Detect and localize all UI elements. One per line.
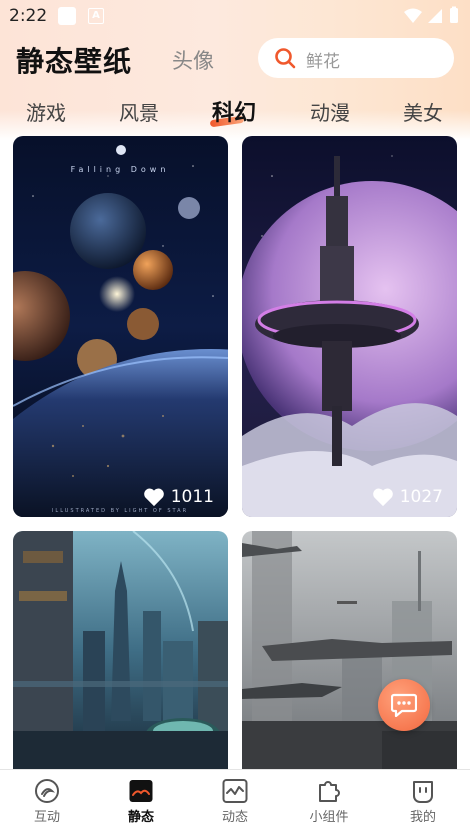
nav-label: 静态 (127, 810, 154, 825)
wifi-icon (404, 8, 422, 23)
app-notification-icon: A (88, 8, 104, 24)
nav-label: 动态 (221, 810, 248, 825)
wallpaper-image (242, 136, 457, 517)
wallpaper-card[interactable] (13, 531, 228, 769)
battery-icon (450, 8, 458, 23)
nav-item-widgets[interactable]: 小组件 (299, 778, 359, 825)
nav-item-interaction[interactable]: 互动 (17, 778, 77, 825)
puzzle-icon (319, 781, 340, 802)
bottom-navigation: 互动 静态 动态 小组件 我的 (0, 769, 470, 836)
tab-avatar[interactable]: 头像 (172, 45, 214, 75)
wallpaper-image (242, 531, 457, 769)
wallpaper-title-text: Falling Down (71, 165, 170, 174)
wallpaper-image: Falling Down ILLUSTRATED BY LIGHT OF STA… (13, 136, 228, 517)
profile-icon (413, 781, 433, 803)
search-input[interactable]: 鲜花 (258, 38, 454, 78)
like-counter[interactable]: 1027 (372, 487, 443, 507)
interaction-icon (35, 779, 59, 803)
category-tab-games[interactable]: 游戏 (26, 97, 66, 126)
nav-label: 小组件 (309, 810, 349, 825)
wallpaper-footer-text: ILLUSTRATED BY LIGHT OF STAR (52, 508, 188, 514)
category-tab-beauty[interactable]: 美女 (403, 97, 443, 126)
system-icons (402, 6, 462, 30)
category-tab-anime[interactable]: 动漫 (310, 97, 350, 126)
like-count: 1027 (399, 487, 443, 507)
status-bar: 2:22 A (0, 0, 470, 32)
nav-item-profile[interactable]: 我的 (393, 778, 453, 825)
nav-item-dynamic[interactable]: 动态 (205, 778, 265, 825)
category-tab-scenery[interactable]: 风景 (119, 97, 159, 126)
heart-icon (143, 488, 164, 507)
page-title: 静态壁纸 (16, 45, 133, 78)
wallpaper-card[interactable] (242, 531, 457, 769)
notification-icon (58, 7, 76, 25)
nav-label: 我的 (409, 810, 436, 825)
nav-label: 互动 (33, 810, 60, 825)
heart-icon (372, 488, 393, 507)
search-placeholder: 鲜花 (306, 52, 340, 72)
search-icon (274, 47, 296, 73)
nav-item-static[interactable]: 静态 (111, 778, 171, 825)
signal-icon (428, 9, 442, 23)
chat-button[interactable] (378, 679, 430, 731)
wallpaper-card[interactable]: Falling Down ILLUSTRATED BY LIGHT OF STA… (13, 136, 228, 517)
dynamic-icon (222, 779, 248, 803)
chat-icon (391, 693, 417, 717)
like-count: 1011 (170, 487, 214, 507)
image-icon (129, 780, 153, 802)
wallpaper-image (13, 531, 228, 769)
wallpaper-card[interactable]: 1027 (242, 136, 457, 517)
like-counter[interactable]: 1011 (143, 487, 214, 507)
category-tab-scifi[interactable]: 科幻 (212, 95, 256, 127)
status-time: 2:22 (9, 6, 48, 26)
